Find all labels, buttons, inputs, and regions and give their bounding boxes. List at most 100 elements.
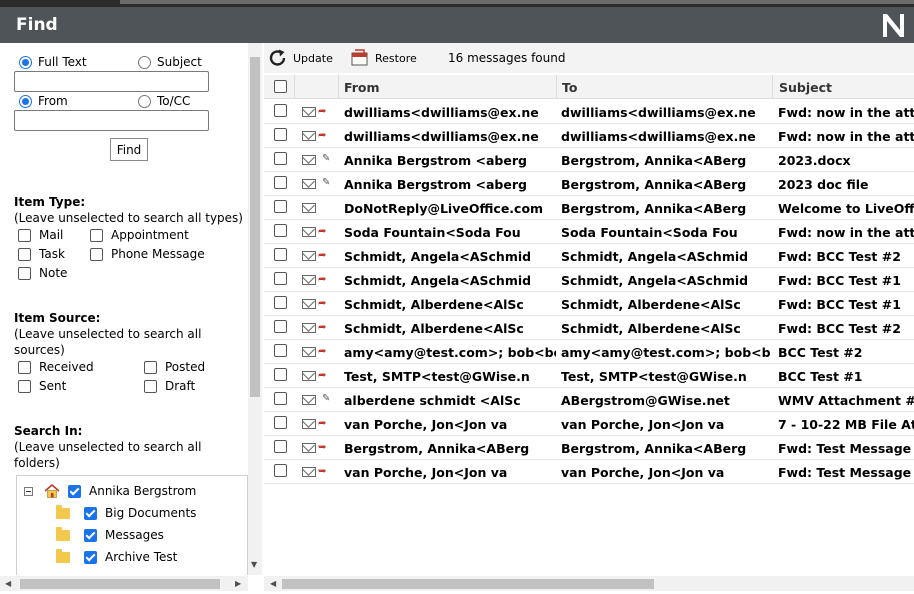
table-row[interactable]: ➦ Schmidt, Alberdene<AlSc Schmidt, Alberde… (264, 292, 914, 316)
to-column-header[interactable]: To (562, 80, 577, 95)
forwarded-icon: ➥ (318, 466, 327, 477)
update-button[interactable]: Update (268, 49, 333, 67)
left-vertical-scrollbar[interactable]: ▼ (248, 43, 262, 575)
mail-checkbox[interactable]: Mail (18, 228, 63, 242)
envelope-icon (302, 467, 316, 477)
tree-root-node[interactable]: Annika Bergstrom (24, 484, 196, 498)
mail-checkbox-box[interactable] (18, 228, 31, 242)
select-all-checkbox[interactable] (274, 80, 287, 93)
task-checkbox-box[interactable] (18, 247, 31, 261)
row-checkbox[interactable] (274, 200, 287, 213)
table-row[interactable]: ➦ amy<amy@test.com>; bob<bo amy<amy@test.c… (264, 340, 914, 364)
posted-checkbox-box[interactable] (144, 360, 157, 374)
appointment-checkbox-box[interactable] (90, 228, 103, 242)
table-row[interactable]: ➦ dwilliams<dwilliams@ex.ne dwilliams<dwil… (264, 100, 914, 124)
subject-radio[interactable]: Subject (138, 55, 202, 69)
row-checkbox[interactable] (274, 152, 287, 165)
table-row[interactable]: ➦ Soda Fountain<Soda Fou Soda Fountain<Sod… (264, 220, 914, 244)
note-checkbox-box[interactable] (18, 266, 31, 280)
to-cc-radio-dot[interactable] (138, 94, 151, 108)
from-column-header[interactable]: From (344, 80, 380, 95)
subject-radio-dot[interactable] (138, 55, 151, 69)
table-row[interactable]: ➦ Schmidt, Alberdene<AlSc Schmidt, Alberde… (264, 316, 914, 340)
row-checkbox[interactable] (274, 416, 287, 429)
collapse-icon[interactable] (24, 486, 33, 496)
forwarded-icon: ➦ (318, 418, 327, 429)
table-row[interactable]: ➦ Test, SMTP<test@GWise.n Test, SMTP<test@… (264, 364, 914, 388)
scroll-right-arrow-icon[interactable]: ▶ (235, 579, 241, 589)
from-radio-dot[interactable] (19, 94, 32, 108)
folder-label: Archive Test (105, 550, 178, 564)
row-checkbox[interactable] (274, 344, 287, 357)
subject-cell: Fwd: BCC Test #1 (778, 297, 901, 312)
table-row[interactable]: ✎ Annika Bergstrom <aberg Bergstrom, Annik… (264, 172, 914, 196)
to-cc-label: To/CC (157, 94, 191, 108)
row-checkbox[interactable] (274, 368, 287, 381)
row-checkbox[interactable] (274, 392, 287, 405)
from-radio[interactable]: From (19, 94, 68, 108)
to-cc-radio[interactable]: To/CC (138, 94, 190, 108)
row-checkbox[interactable] (274, 128, 287, 141)
posted-checkbox[interactable]: Posted (144, 360, 205, 374)
table-row[interactable]: ➦ Schmidt, Angela<ASchmid Schmidt, Angela<… (264, 268, 914, 292)
folder-node[interactable]: Messages (56, 526, 164, 542)
table-row[interactable]: ➦ dwilliams<dwilliams@ex.ne dwilliams<dwil… (264, 124, 914, 148)
table-row[interactable]: ➥ van Porche, Jon<Jon va van Porche, Jon<J… (264, 460, 914, 484)
appointment-label: Appointment (111, 228, 189, 242)
draft-checkbox[interactable]: Draft (144, 379, 195, 393)
row-checkbox[interactable] (274, 440, 287, 453)
note-checkbox[interactable]: Note (18, 266, 67, 280)
subject-cell: 7 - 10-22 MB File Att (778, 417, 914, 432)
row-checkbox[interactable] (274, 320, 287, 333)
row-checkbox[interactable] (274, 296, 287, 309)
left-hscroll-thumb[interactable] (20, 579, 220, 589)
task-checkbox[interactable]: Task (18, 247, 65, 261)
folder-checkbox[interactable] (84, 506, 97, 520)
table-row[interactable]: ➦ van Porche, Jon<Jon va van Porche, Jon<J… (264, 412, 914, 436)
sent-checkbox-box[interactable] (18, 379, 31, 393)
folder-checkbox[interactable] (84, 550, 97, 564)
table-row[interactable]: ➦ Schmidt, Angela<ASchmid Schmidt, Angela<… (264, 244, 914, 268)
row-checkbox[interactable] (274, 224, 287, 237)
results-horizontal-scrollbar[interactable]: ◀ (264, 576, 914, 591)
root-checkbox[interactable] (68, 484, 81, 498)
folder-node[interactable]: Archive Test (56, 548, 178, 564)
sent-checkbox[interactable]: Sent (18, 379, 66, 393)
item-type-hint: (Leave unselected to search all types) (14, 211, 243, 225)
subject-column-header[interactable]: Subject (779, 80, 832, 95)
phone-message-checkbox-box[interactable] (90, 247, 103, 261)
draft-checkbox-box[interactable] (144, 379, 157, 393)
row-checkbox[interactable] (274, 104, 287, 117)
scroll-left-arrow-icon[interactable]: ◀ (270, 579, 276, 589)
received-checkbox-box[interactable] (18, 360, 31, 374)
subject-label: Subject (157, 55, 202, 69)
full-text-radio[interactable]: Full Text (19, 55, 87, 69)
restore-button[interactable]: Restore (350, 49, 417, 67)
appointment-checkbox[interactable]: Appointment (90, 228, 189, 242)
mail-label: Mail (39, 228, 64, 242)
row-checkbox[interactable] (274, 248, 287, 261)
full-text-radio-dot[interactable] (19, 55, 32, 69)
table-row[interactable]: ✎ Annika Bergstrom <aberg Bergstrom, Annik… (264, 148, 914, 172)
left-scroll-thumb[interactable] (250, 57, 260, 397)
table-row[interactable]: ➥ Bergstrom, Annika<ABerg Bergstrom, Annik… (264, 436, 914, 460)
to-cell: dwilliams<dwilliams@ex.ne (561, 105, 756, 120)
table-row[interactable]: DoNotReply@LiveOffice.com Bergstrom, Anni… (264, 196, 914, 220)
received-checkbox[interactable]: Received (18, 360, 94, 374)
forwarded-icon: ➦ (318, 226, 327, 237)
row-checkbox[interactable] (274, 272, 287, 285)
row-checkbox[interactable] (274, 464, 287, 477)
results-hscroll-thumb[interactable] (282, 579, 654, 589)
left-horizontal-scrollbar[interactable]: ◀ ▶ (0, 576, 248, 591)
table-row[interactable]: ✎ alberdene schmidt <AlSc ABergstrom@GWise… (264, 388, 914, 412)
scroll-down-arrow-icon[interactable]: ▼ (251, 560, 257, 570)
from-input[interactable] (14, 110, 209, 131)
search-text-input[interactable] (14, 71, 209, 92)
scroll-left-arrow-icon[interactable]: ◀ (5, 579, 11, 589)
find-button[interactable]: Find (110, 138, 148, 161)
folder-checkbox[interactable] (84, 528, 97, 542)
folder-node[interactable]: Big Documents (56, 504, 196, 520)
phone-message-checkbox[interactable]: Phone Message (90, 247, 205, 261)
from-cell: dwilliams<dwilliams@ex.ne (344, 129, 539, 144)
row-checkbox[interactable] (274, 176, 287, 189)
